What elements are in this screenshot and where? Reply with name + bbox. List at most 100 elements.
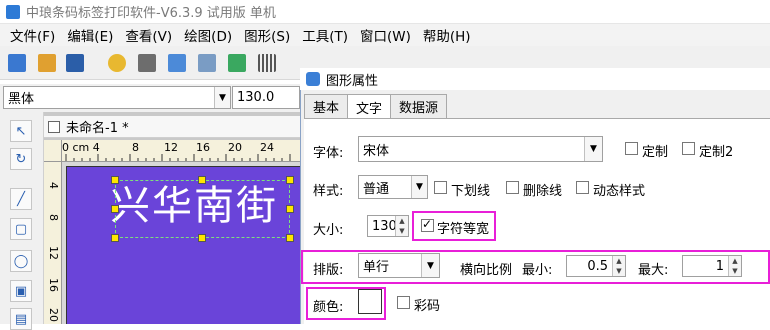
menu-window[interactable]: 窗口(W) — [354, 25, 417, 45]
ruler-label: 12 — [47, 246, 60, 260]
strikethrough-label: 删除线 — [523, 184, 563, 199]
resize-handle[interactable] — [198, 234, 206, 242]
drawing-tools: ↖ ↻ ╱ ▢ ◯ ▣ ▤ — [0, 112, 44, 330]
settings-icon[interactable] — [108, 54, 126, 72]
menu-tools[interactable]: 工具(T) — [296, 25, 354, 45]
horizontal-ruler: 0 cm 4 8 12 16 20 24 — [62, 140, 300, 162]
document-title: 未命名-1 * — [66, 121, 129, 136]
database-icon[interactable] — [198, 54, 216, 72]
barcode-color-label: 彩码 — [414, 299, 441, 314]
title-bar: 中琅条码标签打印软件-V6.3.9 试用版 单机 — [0, 0, 770, 24]
color-swatch[interactable] — [358, 289, 382, 314]
selection-box — [115, 180, 290, 238]
dialog-icon — [306, 72, 320, 86]
picture-tool-icon[interactable]: ▤ — [10, 308, 32, 330]
resize-handle[interactable] — [111, 176, 119, 184]
stepper-arrows-icon[interactable]: ▲ ▼ — [728, 256, 741, 276]
min-label: 最小: — [522, 263, 553, 278]
style-label: 样式: — [313, 184, 344, 199]
ruler-corner — [44, 140, 62, 162]
document-icon — [48, 120, 60, 133]
max-label: 最大: — [638, 263, 669, 278]
resize-handle[interactable] — [286, 234, 294, 242]
menu-view[interactable]: 查看(V) — [119, 25, 178, 45]
custom2-checkbox[interactable] — [682, 142, 695, 155]
size-stepper[interactable]: 130 ▲ ▼ — [367, 215, 409, 237]
ruler-label: 24 — [260, 141, 274, 154]
font-toolbar: 黑体 ▼ 130.0 — [0, 84, 300, 112]
select-pointer-icon[interactable]: ↖ — [10, 120, 32, 142]
grid-icon[interactable] — [258, 54, 276, 72]
print-preview-icon[interactable] — [168, 54, 186, 72]
vertical-ruler: 4 8 12 16 20 — [44, 162, 62, 324]
chevron-down-icon[interactable]: ▼ — [411, 176, 427, 198]
stepper-arrows-icon[interactable]: ▲ ▼ — [395, 216, 408, 236]
ruler-label: 20 — [228, 141, 242, 154]
font-family-value: 黑体 — [8, 92, 35, 107]
layout-select[interactable]: 单行 ▼ — [358, 253, 440, 278]
rectangle-tool-icon[interactable]: ▢ — [10, 218, 32, 240]
chevron-down-icon[interactable]: ▼ — [584, 137, 602, 161]
resize-handle[interactable] — [111, 234, 119, 242]
menu-edit[interactable]: 编辑(E) — [61, 25, 119, 45]
custom-label: 定制 — [642, 145, 669, 160]
menu-help[interactable]: 帮助(H) — [417, 25, 477, 45]
ruler-label: 0 cm 4 — [62, 141, 100, 154]
resize-handle[interactable] — [286, 205, 294, 213]
menu-draw[interactable]: 绘图(D) — [178, 25, 238, 45]
menu-bar: 文件(F) 编辑(E) 查看(V) 绘图(D) 图形(S) 工具(T) 窗口(W… — [0, 24, 770, 46]
layout-value: 单行 — [363, 260, 390, 275]
chevron-down-icon[interactable]: ▼ — [214, 87, 230, 108]
image-tool-icon[interactable]: ▣ — [10, 280, 32, 302]
equal-width-checkbox[interactable] — [421, 217, 434, 232]
dialog-tabs: 基本 文字 数据源 — [304, 94, 448, 119]
data-link-icon[interactable] — [228, 54, 246, 72]
rotate-icon[interactable]: ↻ — [10, 148, 32, 170]
menu-shape[interactable]: 图形(S) — [238, 25, 296, 45]
dynamic-style-checkbox[interactable] — [576, 181, 589, 194]
underline-checkbox[interactable] — [434, 181, 447, 194]
resize-handle[interactable] — [111, 205, 119, 213]
tab-data-source[interactable]: 数据源 — [390, 94, 448, 118]
resize-handle[interactable] — [198, 176, 206, 184]
strikethrough-checkbox[interactable] — [506, 181, 519, 194]
dialog-title: 图形属性 — [326, 73, 379, 89]
size-label: 大小: — [313, 223, 344, 238]
window-title: 中琅条码标签打印软件-V6.3.9 试用版 单机 — [26, 6, 276, 21]
save-icon[interactable] — [66, 54, 84, 72]
open-icon[interactable] — [38, 54, 56, 72]
underline-label: 下划线 — [451, 184, 491, 199]
max-value: 1 — [715, 258, 724, 274]
style-value: 普通 — [363, 181, 390, 197]
document-tab[interactable]: 未命名-1 * — [44, 116, 300, 138]
barcode-color-checkbox[interactable] — [397, 296, 410, 309]
equal-width-label: 字符等宽 — [437, 222, 490, 237]
line-tool-icon[interactable]: ╱ — [10, 188, 32, 210]
app-icon — [6, 4, 20, 19]
color-label: 颜色: — [313, 300, 344, 315]
font-size-value: 130.0 — [237, 90, 275, 105]
font-family-select[interactable]: 黑体 ▼ — [3, 86, 231, 109]
hscale-label: 横向比例 — [460, 263, 513, 278]
new-icon[interactable] — [8, 54, 26, 72]
resize-handle[interactable] — [286, 176, 294, 184]
font-size-select[interactable]: 130.0 — [232, 86, 300, 109]
font-label: 字体: — [313, 146, 344, 161]
style-select[interactable]: 普通 ▼ — [358, 175, 428, 199]
tab-text[interactable]: 文字 — [347, 94, 392, 119]
max-scale-stepper[interactable]: 1 ▲ ▼ — [682, 255, 742, 277]
stepper-arrows-icon[interactable]: ▲ ▼ — [612, 256, 625, 276]
tab-basic[interactable]: 基本 — [304, 94, 349, 118]
dialog-title-bar[interactable]: 图形属性 — [300, 68, 770, 90]
font-value: 宋体 — [363, 143, 390, 159]
ruler-label: 8 — [132, 141, 139, 154]
custom-checkbox[interactable] — [625, 142, 638, 155]
menu-file[interactable]: 文件(F) — [4, 25, 61, 45]
ruler-label: 20 — [47, 308, 60, 322]
font-select[interactable]: 宋体 ▼ — [358, 136, 603, 162]
min-scale-stepper[interactable]: 0.5 ▲ ▼ — [566, 255, 626, 277]
chevron-down-icon[interactable]: ▼ — [421, 254, 439, 277]
ellipse-tool-icon[interactable]: ◯ — [10, 250, 32, 272]
print-icon[interactable] — [138, 54, 156, 72]
ruler-label: 4 — [47, 182, 60, 189]
